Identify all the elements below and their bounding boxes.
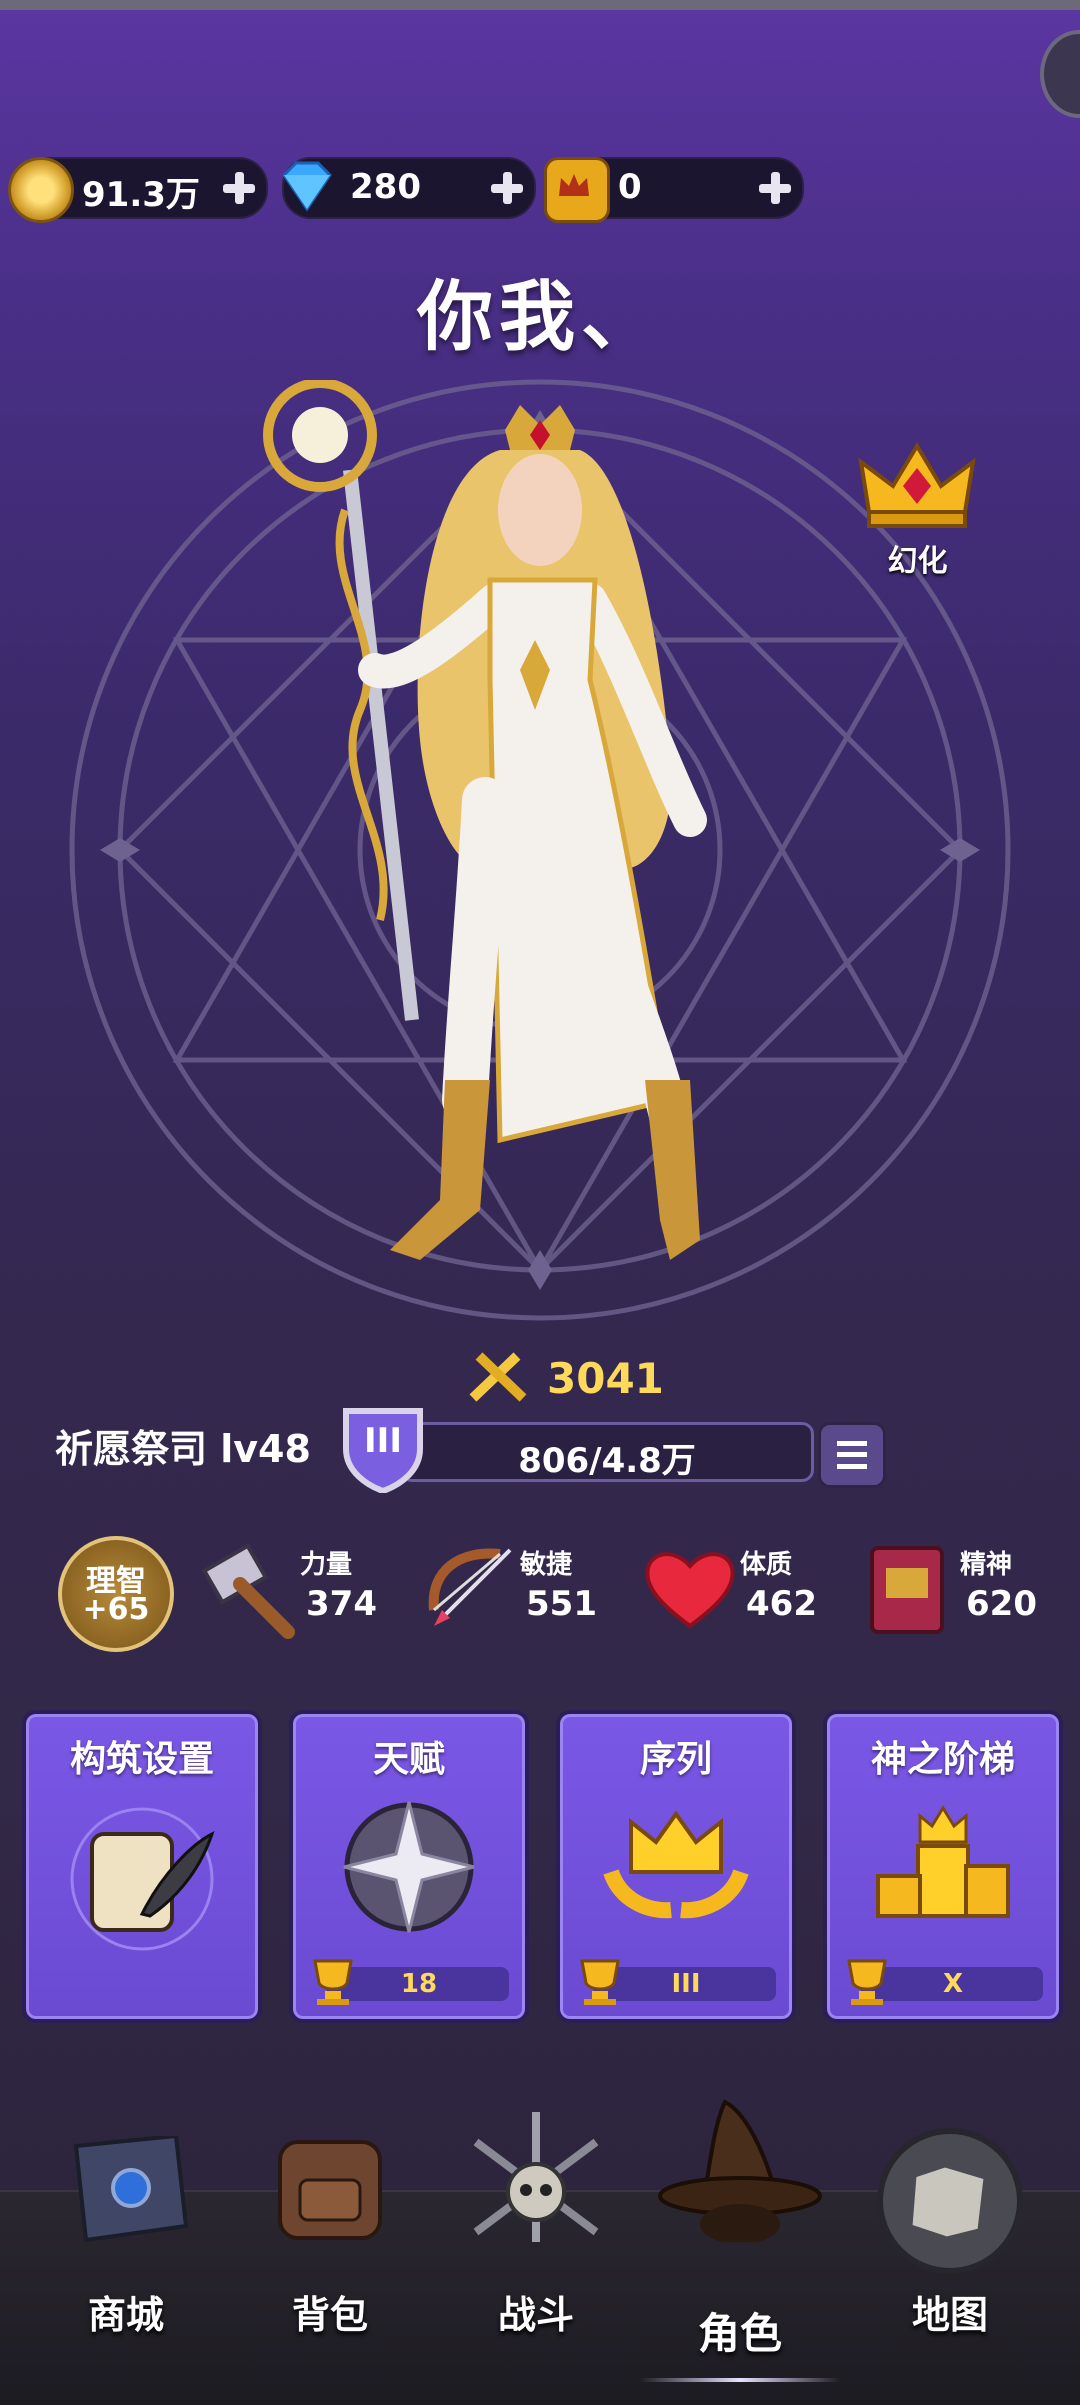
- exp-bar: 806/4.8万: [400, 1422, 814, 1482]
- compass-star-icon: [343, 1801, 475, 1933]
- add-diamond-button[interactable]: [488, 169, 526, 207]
- backpack-icon: [278, 2140, 382, 2240]
- heart-icon: [645, 1552, 735, 1629]
- add-crown-token-button[interactable]: [756, 169, 794, 207]
- crossed-swords-icon: [469, 1352, 527, 1402]
- build-settings-title: 构筑设置: [69, 1739, 214, 1780]
- power-score-value: 3041: [547, 1354, 664, 1403]
- hammer-icon: [201, 1543, 295, 1639]
- crown-token-value: 0: [618, 167, 642, 207]
- rank-shield-badge: III: [338, 1405, 428, 1495]
- character-portrait[interactable]: [250, 380, 770, 1300]
- nav-active-underline: [640, 2378, 840, 2382]
- god-ladder-badge-value: X: [942, 1969, 964, 1999]
- stat-spirit: 精神 620: [860, 1540, 1050, 1640]
- diamond-value: 280: [350, 167, 421, 207]
- sequence-card[interactable]: 序列 III: [556, 1710, 796, 2023]
- nav-map[interactable]: 地图: [860, 2128, 1040, 2405]
- exp-text: 806/4.8万: [518, 1441, 696, 1481]
- wizard-hat-icon: [658, 2099, 822, 2242]
- menu-icon: [837, 1441, 867, 1469]
- stat-spirit-label: 精神: [960, 1550, 1013, 1580]
- stat-agility-label: 敏捷: [520, 1550, 573, 1580]
- menu-button[interactable]: [818, 1422, 886, 1488]
- nav-character-label: 角色: [697, 2309, 782, 2358]
- nav-shop[interactable]: 商城: [36, 2136, 216, 2405]
- nav-map-label: 地图: [911, 2293, 988, 2337]
- nav-backpack-label: 背包: [291, 2293, 368, 2337]
- gold-coin-icon: [8, 157, 74, 223]
- sequence-badge-value: III: [671, 1969, 701, 1999]
- build-settings-card[interactable]: 构筑设置: [22, 1710, 262, 2023]
- battle-skull-icon: [473, 2112, 599, 2242]
- settings-corner-button[interactable]: [1040, 30, 1080, 118]
- stat-constitution-value: 462: [746, 1584, 817, 1624]
- stat-agility-value: 551: [526, 1584, 597, 1624]
- nav-battle-label: 战斗: [497, 2293, 574, 2337]
- intellect-medallion[interactable]: 理智 +65: [58, 1536, 174, 1652]
- god-ladder-title: 神之阶梯: [870, 1739, 1015, 1780]
- rank-badge-text: III: [364, 1421, 402, 1461]
- scroll-quill-icon: [70, 1807, 215, 1951]
- crown-laurel-icon: [603, 1810, 749, 1919]
- sequence-title: 序列: [639, 1739, 712, 1780]
- stat-strength: 力量 374: [200, 1540, 390, 1640]
- talent-title: 天赋: [372, 1739, 445, 1780]
- top-status-strip: [0, 0, 1080, 10]
- transform-button[interactable]: 幻化: [855, 440, 980, 579]
- stat-strength-value: 374: [306, 1584, 377, 1624]
- transform-label: 幻化: [887, 544, 948, 579]
- class-level-label: 祈愿祭司 lv48: [55, 1427, 311, 1471]
- nav-character[interactable]: 角色: [640, 2099, 840, 2405]
- gold-value: 91.3万: [82, 175, 200, 215]
- crown-currency: 0: [544, 157, 804, 223]
- stat-agility: 敏捷 551: [420, 1540, 610, 1640]
- shop-book-icon: [73, 2136, 189, 2243]
- diamond-icon: [276, 157, 336, 217]
- nav-shop-label: 商城: [87, 2293, 164, 2337]
- stat-constitution: 体质 462: [640, 1540, 830, 1640]
- player-name: 你我、: [417, 272, 663, 361]
- stat-constitution-label: 体质: [740, 1550, 793, 1580]
- bottom-nav: 商城 背包 战斗 角色 地图: [0, 2099, 1080, 2405]
- add-gold-button[interactable]: [220, 169, 258, 207]
- nav-backpack[interactable]: 背包: [240, 2140, 420, 2405]
- talent-card[interactable]: 天赋 18: [289, 1710, 529, 2023]
- crown-icon: [858, 442, 976, 528]
- podium-crown-icon: [876, 1805, 1010, 1918]
- intellect-value: +65: [82, 1592, 150, 1627]
- talent-badge-value: 18: [400, 1969, 438, 1999]
- stat-strength-label: 力量: [300, 1550, 353, 1580]
- diamond-currency: 280: [282, 157, 536, 219]
- god-ladder-card[interactable]: 神之阶梯 X: [823, 1710, 1063, 2023]
- book-icon: [870, 1546, 944, 1634]
- map-icon: [877, 2128, 1023, 2274]
- stat-spirit-value: 620: [966, 1584, 1037, 1624]
- crown-token-icon: [544, 157, 610, 223]
- gold-currency: 91.3万: [8, 157, 268, 223]
- nav-battle[interactable]: 战斗: [446, 2112, 626, 2405]
- bow-icon: [428, 1548, 512, 1626]
